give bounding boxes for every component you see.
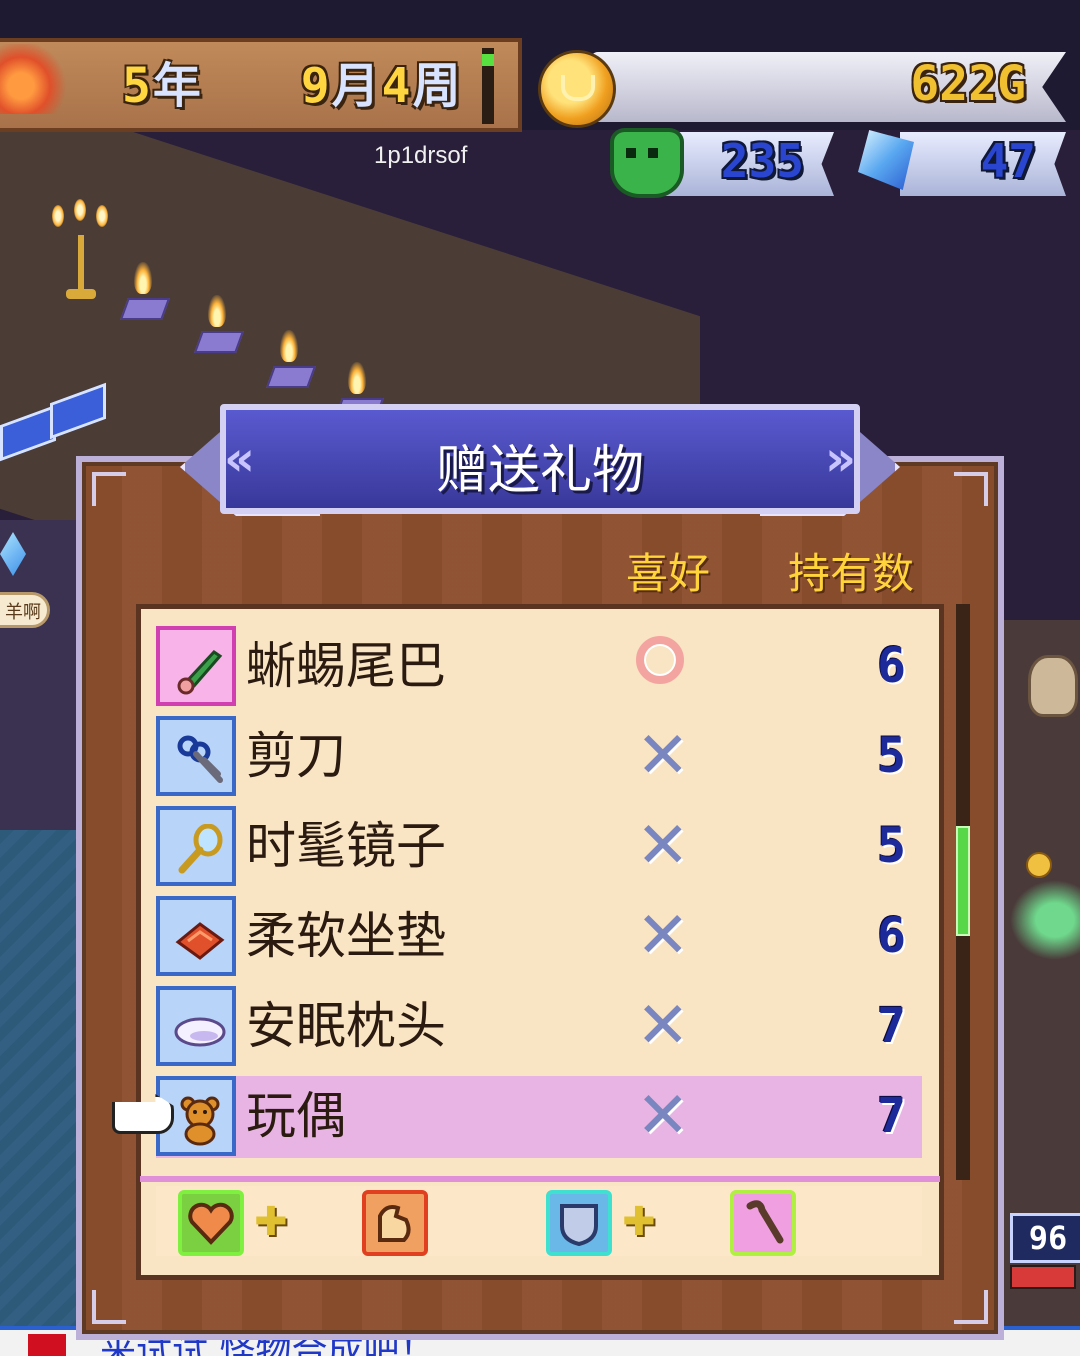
- time-gauge: [482, 48, 494, 124]
- preference-disliked-icon: ✕: [636, 899, 690, 973]
- mirror-icon: [178, 824, 223, 874]
- heart-icon: [178, 1190, 244, 1256]
- list-divider: [140, 1176, 940, 1182]
- item-icon-frame: [156, 896, 236, 976]
- torch-icon: [119, 262, 171, 322]
- message-tag-icon: [28, 1334, 66, 1356]
- item-count: 6: [877, 908, 906, 964]
- torch-icon: [265, 330, 317, 390]
- item-name: 剪刀: [246, 727, 346, 785]
- npc-speech-bubble: 羊啊: [0, 592, 50, 628]
- plus-icon: ✚: [254, 1199, 288, 1245]
- preference-disliked-icon: ✕: [636, 1079, 690, 1153]
- frame-corner: [954, 472, 988, 506]
- autumn-leaf-icon: [0, 44, 70, 114]
- item-name: 安眠枕头: [246, 997, 446, 1055]
- week-value: 4: [381, 58, 413, 114]
- frame-corner: [954, 1290, 988, 1324]
- week-unit: 周: [412, 58, 463, 114]
- month-value: 9: [300, 58, 332, 114]
- column-header-owned: 持有数: [788, 549, 915, 598]
- plus-icon: ✚: [622, 1199, 656, 1245]
- blue-storage-blocks: [0, 382, 120, 462]
- item-count: 6: [877, 638, 906, 694]
- item-icon-frame: [156, 806, 236, 886]
- player-name: 1p1drsof: [374, 142, 468, 169]
- gold-amount: 622G: [910, 56, 1026, 112]
- torch-icon: [193, 295, 245, 355]
- jar-icon: [1028, 655, 1078, 717]
- coin-icon: [1026, 852, 1052, 878]
- item-icon-frame: [156, 986, 236, 1066]
- item-name: 柔软坐垫: [246, 907, 446, 965]
- monster-icon: [610, 128, 684, 198]
- cushion-icon: [175, 922, 225, 960]
- column-header-preference: 喜好: [626, 549, 711, 598]
- frame-corner: [92, 1290, 126, 1324]
- scrollbar-thumb[interactable]: [956, 826, 970, 936]
- gold-coin-icon: [538, 50, 616, 128]
- gift-item-row[interactable]: 蜥蜴尾巴 6: [156, 626, 922, 708]
- item-name: 玩偶: [246, 1087, 346, 1145]
- staff-icon: [730, 1190, 796, 1256]
- preference-liked-icon: [636, 636, 696, 696]
- gold-panel: 622G: [590, 52, 1066, 122]
- shield-icon: [546, 1190, 612, 1256]
- candelabra-icon: [52, 199, 112, 305]
- item-count: 5: [877, 818, 906, 874]
- year-value: 5: [122, 58, 153, 114]
- scissors-icon: [177, 735, 223, 783]
- pointing-hand-cursor-icon: [112, 1094, 174, 1134]
- crystal-counter-panel: 47: [900, 132, 1066, 196]
- gift-item-row[interactable]: 剪刀 ✕ 5: [156, 716, 922, 798]
- dialog-title-banner: « » 赠送礼物: [180, 404, 900, 520]
- lizard-tail-icon: [177, 650, 223, 695]
- frame-corner: [92, 472, 126, 506]
- dialog-title: 赠送礼物: [435, 441, 644, 501]
- teddy-bear-icon: [180, 1096, 220, 1146]
- monster-count: 235: [720, 134, 804, 188]
- crystal-count: 47: [980, 134, 1036, 188]
- date-panel: 5年 9月4周: [0, 38, 522, 132]
- item-count: 7: [877, 1088, 906, 1144]
- gift-item-row-selected[interactable]: 玩偶 ✕ 7: [156, 1076, 922, 1158]
- preference-disliked-icon: ✕: [636, 719, 690, 793]
- item-icon-frame: [156, 716, 236, 796]
- gift-item-row[interactable]: 安眠枕头 ✕ 7: [156, 986, 922, 1068]
- calendar-date: 5年 9月4周: [122, 56, 463, 116]
- preference-disliked-icon: ✕: [636, 989, 690, 1063]
- pillow-icon: [174, 1017, 226, 1047]
- item-name: 时髦镜子: [246, 817, 446, 875]
- unit-hp-bar: [1010, 1265, 1076, 1289]
- item-count: 5: [877, 728, 906, 784]
- item-icon-frame: [156, 626, 236, 706]
- gift-item-row[interactable]: 时髦镜子 ✕ 5: [156, 806, 922, 888]
- unit-level-badge: 96: [1010, 1213, 1080, 1263]
- item-count: 7: [877, 998, 906, 1054]
- item-name: 蜥蜴尾巴: [246, 637, 446, 695]
- muscle-icon: [362, 1190, 428, 1256]
- year-unit: 年: [152, 58, 203, 114]
- month-unit: 月: [331, 58, 382, 114]
- preference-disliked-icon: ✕: [636, 809, 690, 883]
- gift-item-row[interactable]: 柔软坐垫 ✕ 6: [156, 896, 922, 978]
